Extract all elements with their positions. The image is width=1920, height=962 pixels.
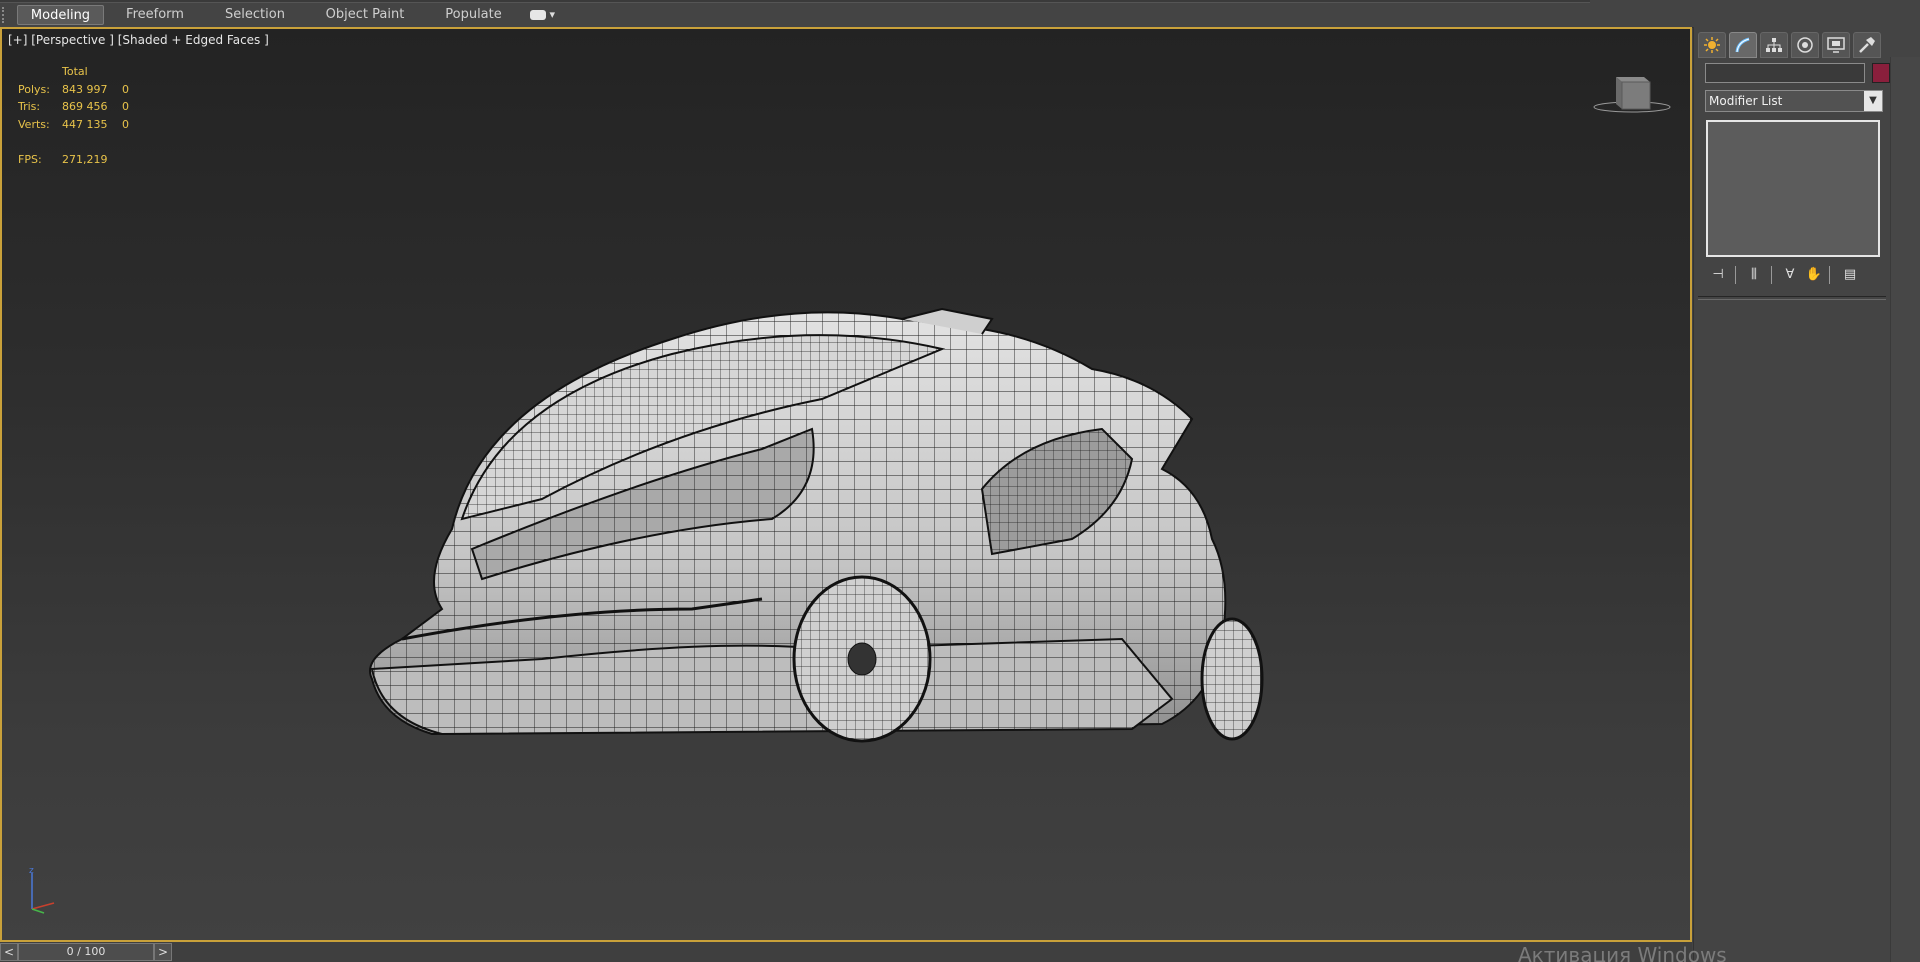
fps-label: FPS: <box>18 152 42 166</box>
ribbon-toggle-icon <box>530 10 546 20</box>
modifier-list-dropdown[interactable]: Modifier List ▼ <box>1705 90 1883 112</box>
modifier-list-label: Modifier List <box>1709 94 1783 108</box>
configure-modifier-sets-icon[interactable]: ▤ <box>1839 265 1861 285</box>
command-panel-scrollbar[interactable] <box>1890 57 1920 962</box>
stats-selected: 0 <box>122 100 129 113</box>
tab-freeform[interactable]: Freeform <box>116 5 194 25</box>
stats-label: Verts: <box>18 117 50 131</box>
tab-populate[interactable]: Populate <box>436 5 511 25</box>
display-icon <box>1827 37 1845 53</box>
motion-icon <box>1797 37 1813 53</box>
command-panel-tabs <box>1698 30 1882 60</box>
next-frame-button[interactable]: > <box>154 943 172 961</box>
stats-label: Polys: <box>18 82 50 96</box>
svg-text:z: z <box>29 867 34 876</box>
stats-total: 843 997 <box>62 82 108 96</box>
tab-create[interactable] <box>1698 32 1726 58</box>
perspective-viewport[interactable]: [+] [Perspective ] [Shaded + Edged Faces… <box>0 27 1692 942</box>
toolbar-separator <box>1829 266 1830 284</box>
show-end-result-icon[interactable]: ⫼ <box>1743 265 1765 285</box>
previous-frame-button[interactable]: < <box>0 943 18 961</box>
ribbon-tab-bar: Modeling Freeform Selection Object Paint… <box>0 0 1920 28</box>
make-unique-icon[interactable]: ∀ <box>1779 265 1801 285</box>
ribbon-top-line <box>0 0 1590 3</box>
panel-divider <box>1698 296 1886 300</box>
windows-activation-watermark: Активация Windows <box>1518 943 1727 962</box>
tab-motion[interactable] <box>1791 32 1819 58</box>
object-color-swatch[interactable] <box>1872 63 1890 83</box>
pin-stack-icon[interactable]: ⊣ <box>1707 265 1729 285</box>
toolbar-separator <box>1771 266 1772 284</box>
tab-object-paint[interactable]: Object Paint <box>318 5 412 25</box>
chevron-down-icon: ▼ <box>1864 91 1882 111</box>
stats-total: 447 135 <box>62 117 108 131</box>
toolbar-separator <box>1735 266 1736 284</box>
car-model[interactable] <box>342 279 1362 779</box>
stats-selected: 0 <box>122 117 129 131</box>
viewcube-icon[interactable] <box>1592 67 1672 117</box>
tab-utilities[interactable] <box>1853 32 1881 58</box>
ribbon-grip-handle[interactable] <box>2 7 10 23</box>
stats-label: Tris: <box>18 100 41 113</box>
stats-total-header: Total <box>62 65 88 78</box>
tab-display[interactable] <box>1822 32 1850 58</box>
remove-modifier-icon[interactable]: ✋ <box>1803 265 1825 285</box>
stats-selected: 0 <box>122 82 129 96</box>
modify-icon <box>1735 37 1750 53</box>
time-slider-bar: < 0 / 100 > <box>0 942 1692 962</box>
hierarchy-icon <box>1766 38 1782 52</box>
utilities-icon <box>1859 37 1875 53</box>
stats-total: 869 456 <box>62 100 108 113</box>
ribbon-toggle-button[interactable]: ▾ <box>530 8 564 22</box>
tab-hierarchy[interactable] <box>1760 32 1788 58</box>
chevron-down-icon: ▾ <box>549 8 556 21</box>
command-panel: Modifier List ▼ ⊣ ⫼ ∀ ✋ ▤ <box>1693 27 1920 962</box>
tab-modify[interactable] <box>1729 32 1757 58</box>
modifier-stack-toolbar: ⊣ ⫼ ∀ ✋ ▤ <box>1705 263 1885 287</box>
3ds-max-window: Modeling Freeform Selection Object Paint… <box>0 0 1920 962</box>
viewport-label-menu[interactable]: [+] [Perspective ] [Shaded + Edged Faces… <box>8 33 269 47</box>
object-name-field[interactable] <box>1705 63 1865 83</box>
time-slider[interactable]: 0 / 100 <box>18 943 154 961</box>
create-icon <box>1704 37 1720 53</box>
tab-selection[interactable]: Selection <box>214 5 296 25</box>
axis-tripod-icon: z <box>29 867 55 914</box>
modifier-stack[interactable] <box>1706 120 1880 257</box>
tab-modeling[interactable]: Modeling <box>17 5 104 25</box>
fps-value: 271,219 <box>62 152 108 166</box>
